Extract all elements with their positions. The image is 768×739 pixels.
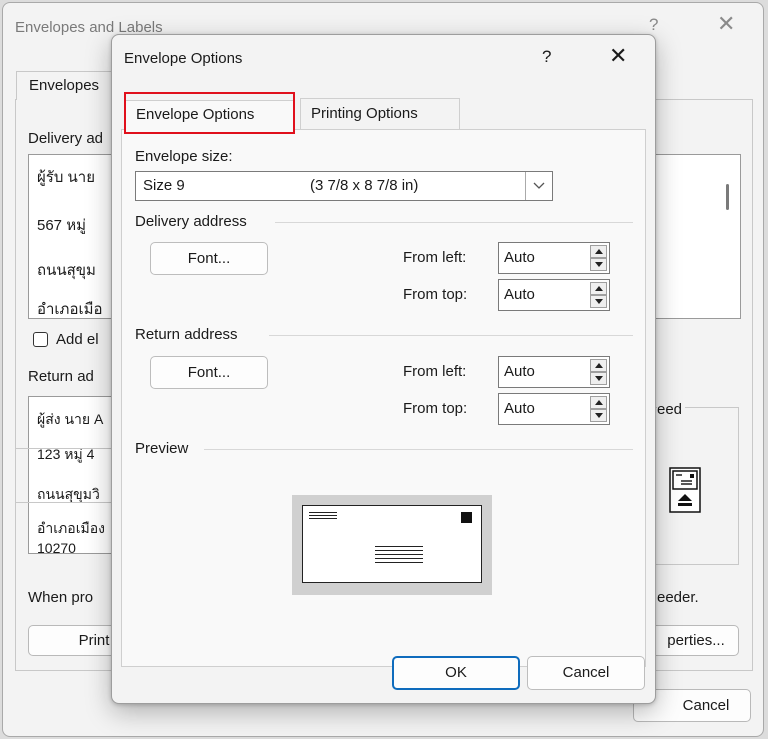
spinner-buttons bbox=[590, 396, 607, 422]
preview-return-line bbox=[309, 515, 337, 516]
return-font-button[interactable]: Font... bbox=[150, 356, 268, 389]
bg-scrollbar-thumb[interactable] bbox=[726, 184, 729, 210]
envelope-size-select[interactable]: Size 9 (3 7/8 x 8 7/8 in) bbox=[135, 171, 553, 201]
bg-notice-left: When pro bbox=[28, 589, 94, 606]
delivery-from-left-value: Auto bbox=[504, 249, 535, 266]
bg-help-icon[interactable]: ? bbox=[649, 15, 658, 35]
bg-add-checkbox[interactable] bbox=[33, 332, 48, 347]
delivery-font-button-label: Font... bbox=[187, 250, 231, 267]
spinner-buttons bbox=[590, 245, 607, 271]
bg-return-label: Return ad bbox=[28, 368, 94, 385]
spin-down-icon[interactable] bbox=[590, 372, 607, 385]
preview-delivery-line bbox=[375, 554, 423, 555]
preview-delivery-line bbox=[375, 562, 423, 563]
envelope-feed-icon[interactable] bbox=[669, 467, 701, 513]
envelope-size-label: Envelope size: bbox=[135, 148, 233, 165]
ok-button[interactable]: OK bbox=[392, 656, 520, 690]
bg-delivery-label: Delivery ad bbox=[28, 130, 104, 147]
bg-delivery-line: ผู้รับ นาย bbox=[37, 169, 96, 186]
envelope-preview[interactable] bbox=[292, 495, 492, 595]
bg-delivery-line: 567 หมู่ bbox=[37, 217, 86, 234]
bg-properties-button-label: perties... bbox=[667, 632, 725, 649]
return-from-left-spinner[interactable]: Auto bbox=[498, 356, 610, 388]
bg-delivery-line: อำเภอเมือ bbox=[37, 301, 103, 318]
bg-add-checkbox-label: Add el bbox=[56, 331, 99, 348]
cancel-button-label: Cancel bbox=[562, 664, 610, 681]
tab-envelope-options-label: Envelope Options bbox=[136, 106, 255, 123]
preview-label: Preview bbox=[135, 440, 189, 457]
delivery-from-top-spinner[interactable]: Auto bbox=[498, 279, 610, 311]
spin-up-icon[interactable] bbox=[590, 396, 607, 409]
spin-up-icon[interactable] bbox=[590, 282, 607, 295]
bg-return-line: 10270 bbox=[37, 540, 76, 556]
spinner-buttons bbox=[590, 359, 607, 385]
bg-feed-label: eed bbox=[657, 401, 686, 418]
spin-up-icon[interactable] bbox=[590, 245, 607, 258]
section-divider bbox=[204, 449, 633, 450]
spinner-buttons bbox=[590, 282, 607, 308]
section-divider bbox=[269, 335, 633, 336]
preview-return-line bbox=[309, 512, 337, 513]
dialog-title: Envelope Options bbox=[124, 50, 243, 67]
return-address-section-label: Return address bbox=[135, 326, 238, 343]
delivery-from-top-label: From top: bbox=[403, 286, 468, 303]
delivery-from-top-value: Auto bbox=[504, 286, 535, 303]
bg-return-line: อำเภอเมือง bbox=[37, 520, 105, 536]
return-from-left-value: Auto bbox=[504, 363, 535, 380]
envelope-options-dialog: Envelope Options ? ✕ Printing Options En… bbox=[111, 34, 656, 704]
spin-down-icon[interactable] bbox=[590, 409, 607, 422]
help-icon[interactable]: ? bbox=[542, 47, 551, 67]
delivery-address-section-label: Delivery address bbox=[135, 213, 247, 230]
preview-return-line bbox=[309, 518, 337, 519]
return-font-button-label: Font... bbox=[187, 364, 231, 381]
return-from-top-label: From top: bbox=[403, 400, 468, 417]
bg-notice-right: eeder. bbox=[657, 589, 699, 606]
bg-close-icon[interactable]: ✕ bbox=[717, 11, 735, 37]
delivery-from-left-spinner[interactable]: Auto bbox=[498, 242, 610, 274]
spin-down-icon[interactable] bbox=[590, 295, 607, 308]
return-from-top-value: Auto bbox=[504, 400, 535, 417]
preview-delivery-line bbox=[375, 550, 423, 551]
section-divider bbox=[275, 222, 633, 223]
tab-envelope-options[interactable]: Envelope Options bbox=[124, 100, 295, 131]
tab-printing-options-label: Printing Options bbox=[311, 105, 418, 122]
envelope-size-value: Size 9 bbox=[143, 177, 185, 194]
ok-button-label: OK bbox=[445, 664, 467, 681]
bg-tab-envelopes-label: Envelopes bbox=[29, 77, 100, 94]
bg-divider bbox=[15, 448, 113, 449]
tab-printing-options[interactable]: Printing Options bbox=[300, 98, 460, 129]
bg-return-line: ผู้ส่ง นาย A bbox=[37, 411, 104, 427]
envelope-size-dimensions: (3 7/8 x 8 7/8 in) bbox=[310, 177, 419, 194]
spin-down-icon[interactable] bbox=[590, 258, 607, 271]
bg-cancel-button-label: Cancel bbox=[682, 697, 730, 714]
bg-delivery-line: ถนนสุขุม bbox=[37, 262, 96, 279]
chevron-down-icon[interactable] bbox=[525, 172, 552, 200]
return-from-top-spinner[interactable]: Auto bbox=[498, 393, 610, 425]
cancel-button[interactable]: Cancel bbox=[527, 656, 645, 690]
delivery-from-left-label: From left: bbox=[403, 249, 467, 266]
preview-stamp bbox=[461, 512, 472, 523]
return-from-left-label: From left: bbox=[403, 363, 467, 380]
bg-divider bbox=[15, 502, 113, 503]
close-icon[interactable]: ✕ bbox=[609, 43, 627, 69]
preview-delivery-line bbox=[375, 546, 423, 547]
envelope-preview-icon bbox=[302, 505, 482, 583]
bg-tab-envelopes[interactable]: Envelopes bbox=[16, 71, 116, 100]
delivery-font-button[interactable]: Font... bbox=[150, 242, 268, 275]
spin-up-icon[interactable] bbox=[590, 359, 607, 372]
preview-delivery-line bbox=[375, 558, 423, 559]
bg-print-button-label: Print bbox=[78, 632, 110, 649]
